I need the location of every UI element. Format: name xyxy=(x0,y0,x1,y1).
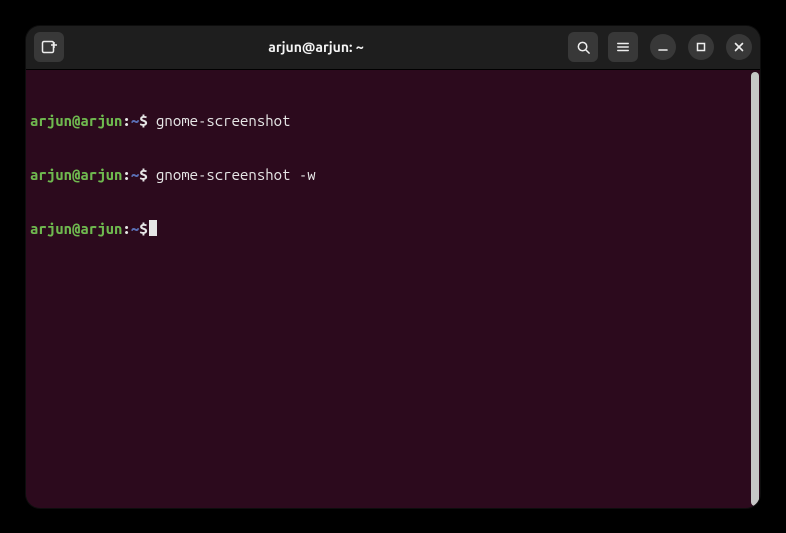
terminal-window: arjun@arjun: ~ xyxy=(26,26,760,508)
close-button[interactable] xyxy=(726,34,752,60)
terminal-line: arjun@arjun:~$ gnome-screenshot -w xyxy=(30,166,746,184)
prompt-colon: : xyxy=(122,220,130,238)
prompt-path: ~ xyxy=(131,220,139,238)
prompt-user-host: arjun@arjun xyxy=(30,166,122,184)
titlebar-right-controls xyxy=(568,32,752,62)
hamburger-menu-icon xyxy=(616,40,630,54)
minimize-icon xyxy=(657,41,669,53)
prompt-user-host: arjun@arjun xyxy=(30,220,122,238)
prompt-path: ~ xyxy=(131,112,139,130)
terminal-line: arjun@arjun:~$ xyxy=(30,220,746,238)
scrollbar[interactable] xyxy=(750,70,760,508)
minimize-button[interactable] xyxy=(650,34,676,60)
maximize-icon xyxy=(695,41,707,53)
prompt-colon: : xyxy=(122,166,130,184)
command-text: gnome-screenshot xyxy=(148,112,291,130)
cursor xyxy=(149,220,157,236)
prompt-dollar: $ xyxy=(139,166,147,184)
menu-button[interactable] xyxy=(608,32,638,62)
terminal-area[interactable]: arjun@arjun:~$ gnome-screenshot arjun@ar… xyxy=(26,70,760,508)
new-tab-icon xyxy=(41,39,57,55)
new-tab-button[interactable] xyxy=(34,32,64,62)
prompt-user-host: arjun@arjun xyxy=(30,112,122,130)
scrollbar-thumb[interactable] xyxy=(751,72,759,506)
window-title: arjun@arjun: ~ xyxy=(64,39,568,55)
terminal-line: arjun@arjun:~$ gnome-screenshot xyxy=(30,112,746,130)
search-icon xyxy=(576,40,591,55)
prompt-dollar: $ xyxy=(139,112,147,130)
terminal-content[interactable]: arjun@arjun:~$ gnome-screenshot arjun@ar… xyxy=(26,70,750,508)
search-button[interactable] xyxy=(568,32,598,62)
maximize-button[interactable] xyxy=(688,34,714,60)
command-text: gnome-screenshot -w xyxy=(148,166,316,184)
prompt-colon: : xyxy=(122,112,130,130)
prompt-dollar: $ xyxy=(139,220,147,238)
titlebar: arjun@arjun: ~ xyxy=(26,26,760,70)
prompt-path: ~ xyxy=(131,166,139,184)
close-icon xyxy=(733,41,745,53)
